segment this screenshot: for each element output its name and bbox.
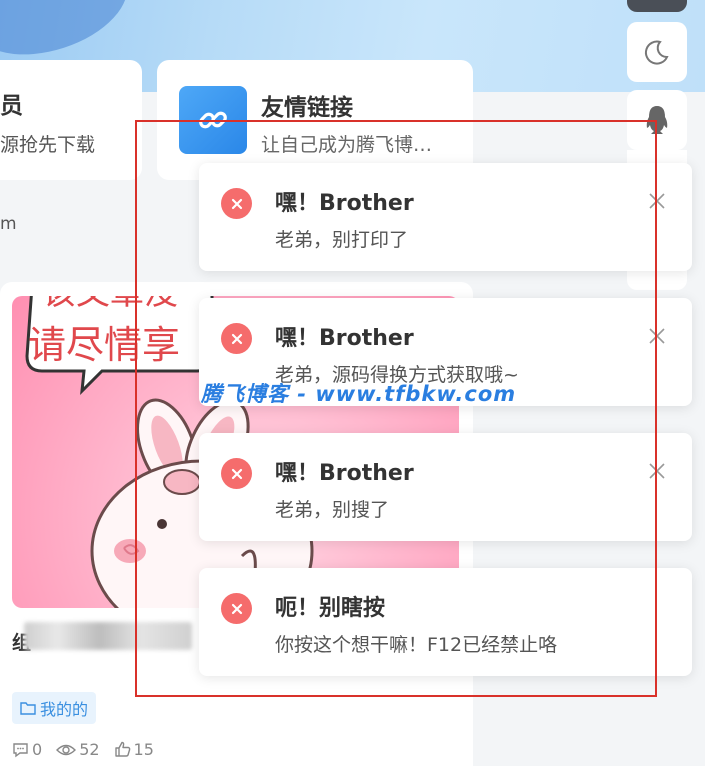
- vip-card[interactable]: 员 源抢先下载: [0, 60, 142, 180]
- dark-mode-button[interactable]: [627, 22, 687, 82]
- toast-message: 你按这个想干嘛！F12已经禁止咯: [275, 634, 558, 656]
- qq-penguin-icon: [646, 106, 668, 134]
- notification-toast: 嘿！Brother 老弟，别打印了: [199, 163, 692, 271]
- site-watermark: 腾飞博客 - www.tfbkw.com: [201, 382, 517, 406]
- category-tag-label: 我的的: [40, 700, 89, 719]
- vip-card-title: 员: [0, 93, 23, 119]
- notification-toast: 呃！别瞎按 你按这个想干嘛！F12已经禁止咯: [199, 568, 692, 676]
- toast-message: 老弟，别打印了: [275, 229, 409, 251]
- post-stats: 0 52 15: [12, 740, 154, 759]
- like-count[interactable]: 15: [114, 740, 154, 759]
- error-circle-icon: [221, 458, 252, 489]
- close-icon[interactable]: [647, 191, 667, 211]
- category-tag[interactable]: 我的的: [12, 692, 97, 724]
- notification-toast: 嘿！Brother 老弟，别搜了: [199, 433, 692, 541]
- vip-card-desc: 源抢先下载: [0, 134, 96, 156]
- toast-message: 老弟，别搜了: [275, 499, 390, 521]
- close-icon[interactable]: [647, 326, 667, 346]
- friend-links-desc: 让自己成为腾飞博…: [261, 134, 433, 156]
- toast-title: 嘿！Brother: [275, 191, 414, 216]
- error-circle-icon: [221, 323, 252, 354]
- friend-links-title: 友情链接: [261, 95, 353, 121]
- close-icon[interactable]: [647, 461, 667, 481]
- folder-icon: [20, 702, 36, 715]
- view-count: 52: [56, 740, 100, 759]
- cover-text-top: 该文章没: [42, 296, 178, 313]
- toast-title: 嘿！Brother: [275, 461, 414, 486]
- toast-title: 呃！别瞎按: [275, 596, 386, 621]
- qq-contact-button[interactable]: [627, 90, 687, 150]
- moon-icon: [644, 40, 669, 65]
- comment-count: 0: [12, 740, 42, 759]
- blurred-title-region: [24, 622, 192, 650]
- thumb-up-icon: [114, 741, 130, 757]
- truncated-text: m: [0, 214, 17, 234]
- friend-links-card[interactable]: 友情链接 让自己成为腾飞博…: [157, 60, 473, 180]
- eye-icon: [56, 744, 77, 755]
- comment-count-value: 0: [32, 740, 43, 759]
- toast-title: 嘿！Brother: [275, 326, 414, 351]
- sidebar-top-button[interactable]: [627, 0, 687, 12]
- comment-icon: [13, 742, 28, 757]
- error-circle-icon: [221, 188, 252, 219]
- link-chain-icon: [179, 86, 247, 154]
- error-circle-icon: [221, 593, 252, 624]
- like-count-value: 15: [133, 740, 154, 759]
- cover-text: 请尽情享: [28, 323, 180, 367]
- view-count-value: 52: [79, 740, 100, 759]
